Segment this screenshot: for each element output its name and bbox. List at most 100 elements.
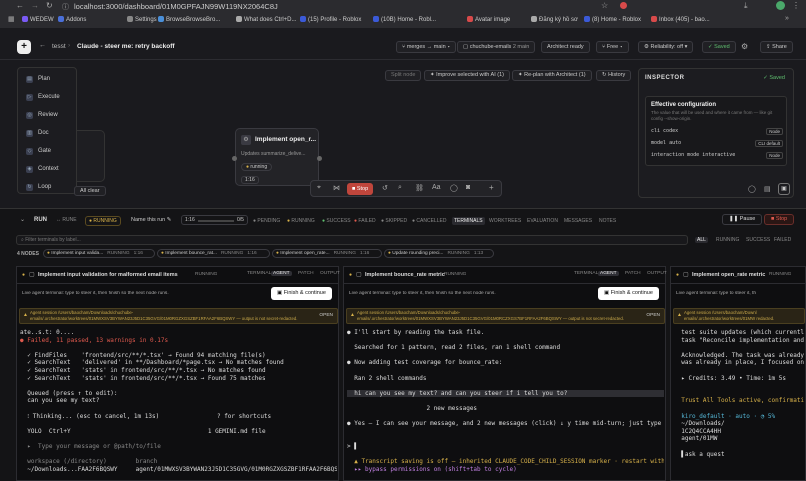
doc-icon[interactable]: ▤ (764, 185, 771, 193)
workflow-node[interactable]: ⚙ Implement open_r... Updates summarize_… (235, 128, 319, 186)
architect-button[interactable]: Architect ready (541, 41, 590, 53)
name-run-button[interactable]: Name this run ✎ (131, 217, 171, 223)
palette-item-execute[interactable]: ▷ Execute (18, 88, 76, 106)
run-tab-notes[interactable]: NOTES (599, 218, 616, 224)
more-bookmarks-icon[interactable]: » (785, 15, 789, 22)
terminal-output[interactable]: ate..s.t: 0.... ● Failed, 11 passed, 13 w… (20, 329, 337, 479)
settings-icon[interactable]: ⚙ (741, 42, 748, 51)
bookmark-item[interactable]: What does Ctrl+D... (236, 15, 297, 26)
undo-icon[interactable]: ↺ (382, 184, 388, 192)
pane-tab-terminal[interactable]: TERMINAL (245, 271, 273, 276)
share-button[interactable]: ⇪ Share (760, 41, 793, 53)
improve-ai-button[interactable]: ✦ Improve selected with AI (1) (424, 70, 511, 81)
pane-tab-agent[interactable]: AGENT (598, 271, 619, 276)
run-tab-running[interactable]: ● RUNNING (287, 218, 315, 224)
bookmark-item[interactable]: Đăng ký hồ sơ (531, 15, 578, 26)
finish-continue-button[interactable]: ▣ Finish & continue (271, 287, 332, 300)
open-button[interactable]: OPEN (646, 313, 660, 318)
filter-running[interactable]: RUNNING (714, 237, 741, 243)
bookmark-item[interactable]: Settings (127, 15, 157, 26)
menu-icon[interactable]: ⋮ (792, 1, 800, 10)
select-icon[interactable]: ⌖ (317, 184, 321, 192)
filter-all[interactable]: ALL (695, 237, 708, 243)
pane-tab-patch[interactable]: PATCH (623, 271, 643, 276)
forward-icon[interactable]: → (31, 1, 39, 10)
reload-icon[interactable]: ↻ (46, 1, 53, 10)
palette-item-loop[interactable]: ↻ Loop (18, 178, 76, 196)
open-button[interactable]: OPEN (319, 313, 333, 318)
camera-icon[interactable]: ◙ (466, 184, 470, 191)
back-button[interactable]: ← (39, 42, 46, 49)
bookmark-item[interactable]: (8) Home - Roblox (584, 15, 641, 26)
link-icon[interactable]: ⛓ (415, 184, 424, 192)
run-tab-messages[interactable]: MESSAGES (564, 218, 592, 224)
run-tab-terminals[interactable]: TERMINALS (452, 217, 485, 225)
terminal-output[interactable]: ● I'll start by reading the task file. S… (347, 329, 664, 479)
node-handle-right[interactable] (317, 156, 322, 161)
pane-tab-agent[interactable]: AGENT (271, 271, 292, 276)
node-chip[interactable]: ● Update rounding preci... RUNNING 1:13 (384, 249, 494, 258)
filter-success[interactable]: SUCCESS (744, 237, 772, 243)
chat-icon[interactable]: ◯ (748, 185, 756, 193)
comment-icon[interactable]: ◯ (450, 184, 458, 192)
run-tab-success[interactable]: ● SUCCESS (322, 218, 351, 224)
plan-tier-button[interactable]: ⑂ Free ▾ (596, 41, 629, 53)
pane-tab-terminal[interactable]: TERMINAL (572, 271, 600, 276)
stop-button[interactable]: ■ Stop (347, 183, 374, 195)
pane-tab-patch[interactable]: PATCH (296, 271, 316, 276)
avatar[interactable] (776, 1, 785, 10)
split-node-button[interactable]: Split node (385, 70, 422, 81)
bookmark-star-icon[interactable]: ☆ (601, 1, 608, 10)
node-handle-left[interactable] (232, 156, 237, 161)
bookmark-item[interactable]: WEDEW (22, 15, 54, 26)
site-info-icon[interactable]: ⓘ (62, 2, 69, 12)
bookmark-item[interactable]: (15) Profile - Roblox (300, 15, 361, 26)
layout-icon[interactable]: ▣ (778, 183, 790, 195)
download-icon[interactable]: ⤓ (744, 1, 748, 11)
back-icon[interactable]: ← (16, 1, 24, 10)
repo-button[interactable]: ▢ chuchube-emails 2 main (457, 41, 536, 53)
pane-tab-output[interactable]: OUTPUT (645, 271, 669, 276)
text-icon[interactable]: Aa (432, 184, 441, 191)
run-stop-button[interactable]: ■ Stop (764, 214, 795, 225)
run-tab-worktrees[interactable]: WORKTREES (489, 218, 521, 224)
collapse-icon[interactable]: ⌄ (20, 216, 25, 223)
bookmark-item[interactable]: (10B) Home - Robl... (373, 15, 436, 26)
run-tab-cancelled[interactable]: ● CANCELLED (412, 218, 446, 224)
history-button[interactable]: ↻ History (596, 70, 632, 81)
run-tab-evaluation[interactable]: EVALUATION (527, 218, 558, 224)
replan-button[interactable]: ✦ Re-plan with Architect (1) (512, 70, 592, 81)
palette-item-context[interactable]: ◈ Context (18, 160, 76, 178)
address-bar[interactable]: localhost:3000/dashboard/01M0GPFAJN99W11… (74, 2, 794, 11)
pane-tab-output[interactable]: OUTPUT (318, 271, 342, 276)
palette-item-doc[interactable]: ▥ Doc (18, 124, 76, 142)
bookmark-item[interactable]: Inbox (405) - bao... (651, 15, 710, 26)
node-chip[interactable]: ● Implement input valida... RUNNING 1:16 (43, 249, 155, 258)
pause-button[interactable]: ❚❚ Pause (722, 214, 763, 225)
connect-icon[interactable]: ⋈ (333, 184, 340, 192)
bookmark-item[interactable]: Addons (58, 15, 86, 26)
branch-button[interactable]: ⑂ merges → main ▾ (396, 41, 457, 53)
run-tab-skipped[interactable]: ● SKIPPED (381, 218, 407, 224)
run-tab-pending[interactable]: ● PENDING (253, 218, 280, 224)
extensions-icon[interactable] (620, 2, 627, 9)
palette-item-review[interactable]: ◎ Review (18, 106, 76, 124)
all-clear-button[interactable]: All clear (74, 186, 106, 196)
run-tab-failed[interactable]: ● FAILED (354, 218, 376, 224)
reliability-button[interactable]: ⚙ Reliability: off ▾ (638, 41, 694, 53)
zoom-icon[interactable]: ⌕ (398, 184, 402, 192)
breadcrumb[interactable]: tesst (52, 43, 66, 50)
terminal-filter-input[interactable]: ⌕ Filter terminals by label... (16, 235, 688, 245)
apps-icon[interactable]: ▦ (8, 15, 15, 23)
node-chip[interactable]: ● Implement open_rate... RUNNING 1:16 (272, 249, 382, 258)
finish-continue-button[interactable]: ▣ Finish & continue (598, 287, 659, 300)
palette-item-gate[interactable]: ◇ Gate (18, 142, 76, 160)
node-chip[interactable]: ● Implement bounce_rat... RUNNING 1:16 (157, 249, 270, 258)
logo[interactable]: + (17, 40, 31, 54)
terminal-output[interactable]: test suite updates (which currently task… (674, 329, 804, 479)
add-node-icon[interactable]: + (489, 183, 494, 192)
bookmark-item[interactable]: Avatar image (467, 15, 510, 26)
bookmark-item[interactable]: BrowseBrowseBro... (158, 15, 220, 26)
palette-item-plan[interactable]: ▤ Plan (18, 70, 76, 88)
rune-button[interactable]: ↔ RUNE (56, 217, 77, 223)
